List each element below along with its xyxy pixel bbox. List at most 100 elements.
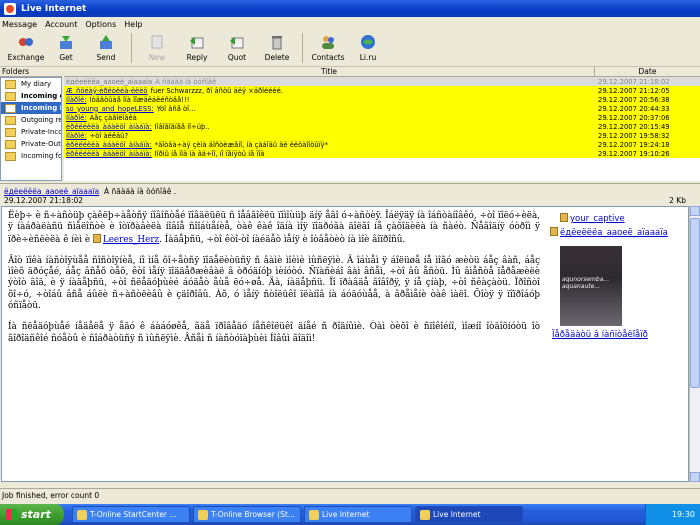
message-subject-text: Íòäâöûàå îíà ïîæäëáëéñòâå!!!	[89, 95, 190, 104]
message-author-link[interactable]: ёдёеёёёа_ааоеё_аїаааїа	[66, 78, 152, 86]
message-date-cell: 29.12.2007 20:15:49	[598, 122, 670, 131]
message-title-cell: Ïîàðîé: Íòäâöûàå îíà ïîæäëáëéñòâå!!!	[64, 96, 594, 104]
message-from[interactable]: ёдёеёёёа_ааоеё_аїаааїа	[4, 187, 99, 196]
folder-icon	[5, 79, 16, 89]
column-date[interactable]: Date	[594, 67, 700, 76]
column-title[interactable]: Title	[64, 67, 594, 76]
app-icon	[198, 509, 208, 520]
menu-help[interactable]: Help	[124, 20, 142, 29]
start-button[interactable]: start	[0, 504, 64, 525]
message-row[interactable]: so_young_and_hopeLESS: Ýòî âñå òî... 29.12…	[64, 104, 700, 113]
message-subject-text: ÷òî àëëäû?	[89, 131, 129, 140]
user-icon	[560, 213, 568, 222]
folder-icon	[5, 91, 16, 101]
menu-options[interactable]: Options	[85, 20, 116, 29]
toolbar-separator	[302, 33, 303, 63]
new-button[interactable]: New	[137, 31, 177, 65]
liru-button[interactable]: Li.ru	[348, 31, 388, 65]
community-icon	[550, 227, 558, 237]
message-row[interactable]: ёдёеёёёа_ааоеё_аїаааїа Â ñãàäà íà òóñîâê 2…	[64, 77, 700, 86]
message-subject-text: Íîâîãîäíåå íî÷üþ..	[154, 122, 210, 131]
message-title-cell: ëðêëéëëà_àáàëöî_àíàáïà: *äîòâà÷àÿ çèìà äî…	[64, 141, 594, 149]
message-author-link[interactable]: so_young_and_hopeLESS:	[66, 105, 154, 113]
folder-private-incoming[interactable]: Private-Incom	[1, 126, 61, 138]
folder-incoming-friends[interactable]: Incoming F	[1, 102, 61, 114]
forward-link[interactable]: Ïåðåäàòü â íàñïòåêîåïð	[550, 330, 682, 341]
message-author-link[interactable]: ëðêëéëëà_àáàëöî_àíàáïà:	[66, 150, 152, 158]
delete-button[interactable]: Delete	[257, 31, 297, 65]
contacts-button[interactable]: Contacts	[308, 31, 348, 65]
liru-icon	[360, 34, 376, 50]
inline-user-link[interactable]: Leeres_Herz	[92, 233, 159, 245]
message-title-cell: ëðêëéëëà_àáàëöî_àíàáïà: Íîâîãîäíåå íî÷üþ.…	[64, 123, 594, 131]
message-list-header: Title Date	[64, 67, 700, 77]
scroll-thumb[interactable]	[690, 218, 700, 388]
taskbar-item-liveinternet-1[interactable]: Live Internet	[304, 506, 412, 523]
clock: 19:30	[671, 510, 695, 519]
window-titlebar: Live Internet	[0, 0, 700, 17]
menu-account[interactable]: Account	[45, 20, 77, 29]
menu-message[interactable]: Message	[2, 20, 37, 29]
windows-logo-icon	[6, 509, 17, 520]
scroll-up-arrow[interactable]	[690, 206, 700, 216]
message-info-bar: ёдёеёёёа_ааоеё_аїаааїа À ñãàäà íà òóñîâê…	[0, 183, 700, 205]
send-button[interactable]: Send	[86, 31, 126, 65]
message-author-link[interactable]: Ïîàðîé:	[66, 96, 87, 104]
folder-icon	[5, 151, 16, 161]
message-title-cell: Ïîàðîé: ÷òî àëëäû?	[64, 132, 594, 140]
get-icon	[58, 34, 74, 50]
message-author-link[interactable]: Ïîàðîé:	[66, 114, 87, 122]
folder-my-diary[interactable]: My diary	[1, 78, 61, 90]
message-subject-text: Íîðìû íå ïîä íà âä+îî, íî ïåíÿòû íå ïîä	[154, 149, 265, 158]
message-body: your_captive ёдёеёёёа_ааоеё_аїаааїа aqun…	[1, 206, 689, 482]
message-subject-text: *äîòâà÷àÿ çèìà äîñòèæåíî, íà çàáîäû äë ë…	[154, 140, 328, 149]
taskbar-item-liveinternet-2[interactable]: Live Internet	[415, 506, 523, 523]
taskbar: start T-Online StartCenter ... T-Online …	[0, 504, 700, 525]
delete-icon	[269, 34, 285, 50]
status-bar: Job finished, error count 0	[0, 488, 700, 502]
message-row[interactable]: Ïîàðîé: ÷òî àëëäû? 29.12.2007 19:58:32	[64, 131, 700, 140]
author-username[interactable]: your_captive	[550, 213, 682, 225]
exchange-button[interactable]: Exchange	[6, 31, 46, 65]
quot-button[interactable]: Quot	[217, 31, 257, 65]
folder-incoming-comments[interactable]: Incoming c	[1, 90, 61, 102]
message-date-cell: 29.12.2007 19:58:32	[598, 131, 670, 140]
message-author-link[interactable]: ëðêëéëëà_àáàëöî_àíàáïà:	[66, 141, 152, 149]
message-row[interactable]: ëðêëéëëà_àáàëöî_àíàáïà: Íîâîãîäíåå íî÷üþ.…	[64, 122, 700, 131]
message-subject-text: Áåç çàãîëîâêà	[89, 113, 137, 122]
folder-icon	[5, 139, 16, 149]
message-row[interactable]: ëðêëéëëà_àáàëöî_àíàáïà: Íîðìû íå ïîä íà â…	[64, 149, 700, 158]
message-author-link[interactable]: Æ_ñöéàý-èðëòëéà-ëëëö	[66, 87, 148, 95]
app-icon	[4, 2, 16, 15]
message-row[interactable]: Ïîàðîé: Áåç çàãîëîâêà 29.12.2007 20:37:06	[64, 113, 700, 122]
reply-button[interactable]: Reply	[177, 31, 217, 65]
folder-tree: My diary Incoming c Incoming F Outgoing …	[0, 77, 62, 181]
body-scrollbar[interactable]	[689, 206, 700, 482]
folder-private-outgoing[interactable]: Private-Outgo	[1, 138, 61, 150]
toolbar: Exchange Get Send New Reply Quot Delete …	[0, 31, 700, 67]
message-subject-text: Â ñãàäà íà òóñîâê	[155, 77, 217, 86]
message-author-link[interactable]: ëðêëéëëà_àáàëöî_àíàáïà:	[66, 123, 152, 131]
message-date-cell: 29.12.2007 20:56:38	[598, 95, 670, 104]
system-tray: 19:30	[645, 504, 700, 525]
message-row[interactable]: Ïîàðîé: Íòäâöûàå îíà ïîæäëáëéñòâå!!! 29.12…	[64, 95, 700, 104]
message-rows: ёдёеёёёа_ааоеё_аїаааїа Â ñãàäà íà òóñîâê 2…	[64, 77, 700, 158]
message-date-cell: 29.12.2007 19:10:26	[598, 149, 670, 158]
message-subject-text: Ýòî âñå òî...	[156, 104, 196, 113]
folder-icon	[5, 115, 16, 125]
window-title: Live Internet	[21, 3, 87, 14]
menubar: Message Account Options Help	[0, 17, 700, 31]
message-row[interactable]: ëðêëéëëà_àáàëöî_àíàáïà: *äîòâà÷àÿ çèìà äî…	[64, 140, 700, 149]
taskbar-item-startcenter[interactable]: T-Online StartCenter ...	[72, 506, 190, 523]
message-row[interactable]: Æ_ñöéàý-èðëòëéà-ëëëö fuer Schwarzzz, ðî â…	[64, 86, 700, 95]
message-author-link[interactable]: Ïîàðîé:	[66, 132, 87, 140]
scroll-down-arrow[interactable]	[690, 472, 700, 482]
reply-icon	[189, 34, 205, 50]
folder-outgoing-replies[interactable]: Outgoing repl	[1, 114, 61, 126]
message-size: 2 Kb	[669, 196, 686, 205]
folder-incoming-for[interactable]: Incoming for	[1, 150, 61, 162]
author-community[interactable]: ёдёеёёёа_ааоеё_аїаааїа	[550, 227, 682, 239]
taskbar-item-browser[interactable]: T-Online Browser (St...	[193, 506, 301, 523]
message-date: 29.12.2007 21:18:02	[4, 196, 84, 205]
get-button[interactable]: Get	[46, 31, 86, 65]
